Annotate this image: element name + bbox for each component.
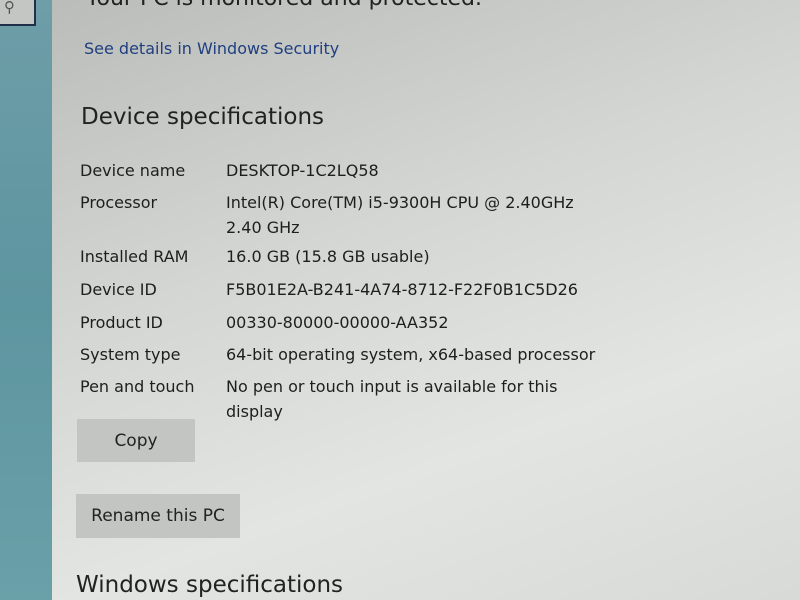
spec-label: Device ID	[80, 280, 157, 299]
windows-security-link[interactable]: See details in Windows Security	[84, 39, 339, 58]
spec-label: Device name	[80, 161, 186, 180]
spec-label: Product ID	[80, 313, 163, 332]
spec-label: Installed RAM	[80, 247, 189, 266]
spec-value: 16.0 GB (15.8 GB usable)	[226, 247, 430, 266]
security-status: Your PC is monitored and protected.	[86, 0, 482, 11]
device-specs-heading: Device specifications	[81, 104, 325, 130]
copy-button[interactable]: Copy	[77, 419, 195, 462]
search-box[interactable]: ⚲	[0, 0, 36, 26]
spec-value: DESKTOP-1C2LQ58	[226, 161, 379, 180]
search-icon: ⚲	[4, 0, 15, 16]
windows-specs-heading: Windows specifications	[76, 572, 344, 598]
spec-value: F5B01E2A-B241-4A74-8712-F22F0B1C5D26	[226, 280, 578, 299]
rename-pc-button[interactable]: Rename this PC	[76, 494, 240, 538]
spec-value: No pen or touch input is available for t…	[226, 377, 558, 421]
spec-value: Intel(R) Core(TM) i5-9300H CPU @ 2.40GHz…	[226, 193, 574, 237]
spec-label: Pen and touch	[80, 377, 195, 396]
spec-label: System type	[80, 345, 181, 364]
sidebar-strip: ⚲	[0, 0, 52, 600]
spec-value: 00330-80000-00000-AA352	[226, 313, 449, 332]
spec-label: Processor	[80, 193, 158, 212]
spec-value: 64-bit operating system, x64-based proce…	[226, 345, 596, 364]
